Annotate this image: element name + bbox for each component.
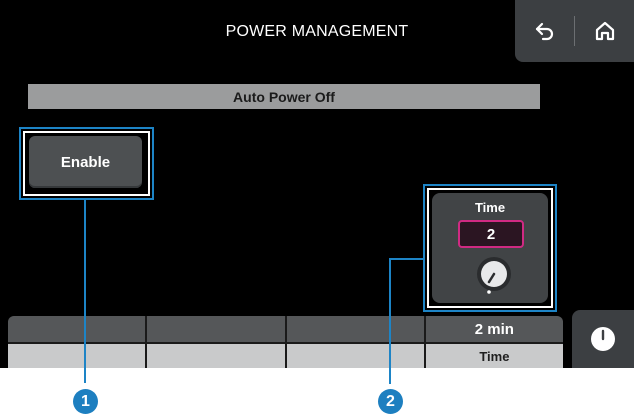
bottom-cell-2[interactable] xyxy=(147,316,285,368)
back-button[interactable] xyxy=(515,0,574,62)
callout-number-1: 1 xyxy=(73,389,98,414)
home-button[interactable] xyxy=(575,0,634,62)
back-arrow-icon xyxy=(535,22,553,41)
bottom-cell-3[interactable] xyxy=(286,316,424,368)
top-button-group xyxy=(515,0,634,62)
bottom-cell-value xyxy=(286,316,424,342)
clock-icon xyxy=(591,327,615,351)
bottom-cell-label xyxy=(8,344,146,368)
bottom-cell-label: Time xyxy=(425,344,563,368)
callout-highlight-2-inner xyxy=(427,188,553,308)
home-icon xyxy=(595,21,614,41)
bottom-cell-label xyxy=(286,344,424,368)
bottom-cell-value xyxy=(8,316,146,342)
section-header: Auto Power Off xyxy=(28,84,540,109)
bottom-parameter-bar: 2 min Time xyxy=(8,316,563,368)
callout-line-1 xyxy=(84,200,86,383)
callout-highlight-1-inner xyxy=(23,131,150,196)
bottom-cell-value: 2 min xyxy=(425,316,563,342)
clock-button[interactable] xyxy=(572,310,634,368)
bottom-cell-value xyxy=(147,316,285,342)
callout-number-2: 2 xyxy=(378,389,403,414)
bottom-cell-1[interactable] xyxy=(8,316,146,368)
bottom-cell-label xyxy=(147,344,285,368)
bottom-cell-time[interactable]: 2 min Time xyxy=(425,316,563,368)
callout-line-2-horizontal xyxy=(389,258,423,260)
callout-line-2-vertical xyxy=(389,258,391,384)
